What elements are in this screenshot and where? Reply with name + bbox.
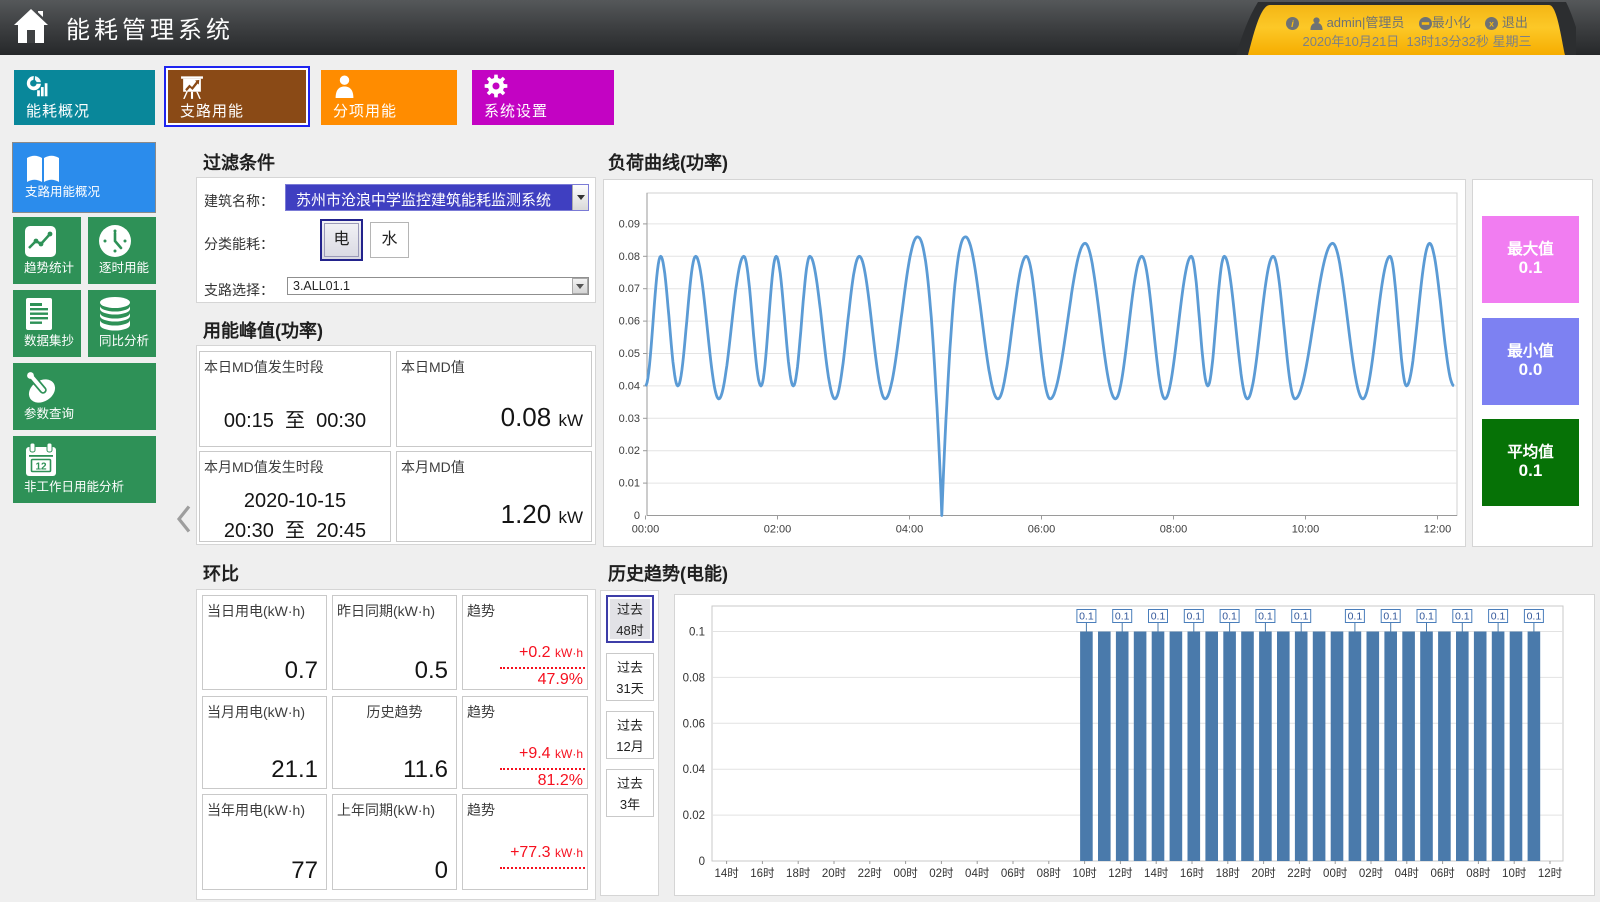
svg-text:06时: 06时 (1430, 867, 1455, 880)
svg-text:0.08: 0.08 (619, 251, 640, 263)
svg-text:0.1: 0.1 (1383, 611, 1398, 623)
svg-text:04时: 04时 (965, 867, 990, 880)
svg-text:0.07: 0.07 (619, 283, 640, 295)
svg-text:20时: 20时 (822, 867, 847, 880)
svg-text:22时: 22时 (858, 867, 883, 880)
svg-text:00时: 00时 (893, 867, 918, 880)
svg-text:06:00: 06:00 (1028, 524, 1056, 536)
svg-text:0: 0 (699, 856, 705, 868)
svg-text:0.09: 0.09 (619, 218, 640, 230)
svg-text:0.01: 0.01 (619, 478, 640, 490)
svg-text:10时: 10时 (1072, 867, 1097, 880)
svg-text:0.06: 0.06 (683, 718, 705, 730)
svg-text:04时: 04时 (1395, 867, 1420, 880)
svg-text:06时: 06时 (1001, 867, 1026, 880)
svg-text:08时: 08时 (1037, 867, 1062, 880)
svg-text:16时: 16时 (1180, 867, 1205, 880)
svg-text:08时: 08时 (1466, 867, 1491, 880)
svg-text:0.03: 0.03 (619, 413, 640, 425)
svg-text:00:00: 00:00 (632, 524, 660, 536)
svg-text:0.1: 0.1 (1079, 611, 1094, 623)
svg-text:0.1: 0.1 (1186, 611, 1201, 623)
svg-text:02:00: 02:00 (764, 524, 792, 536)
svg-text:02时: 02时 (1359, 867, 1384, 880)
svg-text:14时: 14时 (714, 867, 739, 880)
svg-text:0.1: 0.1 (689, 627, 705, 639)
svg-text:22时: 22时 (1287, 867, 1312, 880)
svg-text:12: 12 (35, 462, 47, 473)
svg-text:0.1: 0.1 (1455, 611, 1470, 623)
svg-text:0.1: 0.1 (1258, 611, 1273, 623)
svg-text:12时: 12时 (1108, 867, 1133, 880)
svg-text:i: i (1291, 19, 1294, 30)
svg-text:12时: 12时 (1538, 867, 1563, 880)
svg-text:18时: 18时 (1216, 867, 1241, 880)
svg-text:0.06: 0.06 (619, 316, 640, 328)
svg-text:0.1: 0.1 (1527, 611, 1542, 623)
svg-text:16时: 16时 (750, 867, 775, 880)
svg-text:08:00: 08:00 (1160, 524, 1188, 536)
svg-text:0.1: 0.1 (1222, 611, 1237, 623)
svg-text:12:00: 12:00 (1424, 524, 1452, 536)
svg-text:10:00: 10:00 (1292, 524, 1320, 536)
svg-text:0: 0 (634, 510, 640, 522)
svg-text:x: x (1489, 19, 1494, 29)
svg-text:0.02: 0.02 (683, 810, 705, 822)
svg-text:0.1: 0.1 (1491, 611, 1506, 623)
svg-text:0.1: 0.1 (1294, 611, 1309, 623)
svg-text:14时: 14时 (1144, 867, 1169, 880)
svg-text:02时: 02时 (929, 867, 954, 880)
svg-text:00时: 00时 (1323, 867, 1348, 880)
svg-text:0.08: 0.08 (683, 672, 705, 684)
svg-text:0.1: 0.1 (1419, 611, 1434, 623)
svg-text:0.05: 0.05 (619, 348, 640, 360)
svg-text:0.04: 0.04 (619, 380, 640, 392)
svg-text:04:00: 04:00 (896, 524, 924, 536)
svg-text:0.02: 0.02 (619, 445, 640, 457)
svg-text:0.1: 0.1 (1348, 611, 1363, 623)
svg-text:0.1: 0.1 (1151, 611, 1166, 623)
svg-text:10时: 10时 (1502, 867, 1527, 880)
svg-text:18时: 18时 (786, 867, 811, 880)
svg-text:0.1: 0.1 (1115, 611, 1130, 623)
svg-text:20时: 20时 (1251, 867, 1276, 880)
svg-text:0.04: 0.04 (683, 764, 706, 776)
